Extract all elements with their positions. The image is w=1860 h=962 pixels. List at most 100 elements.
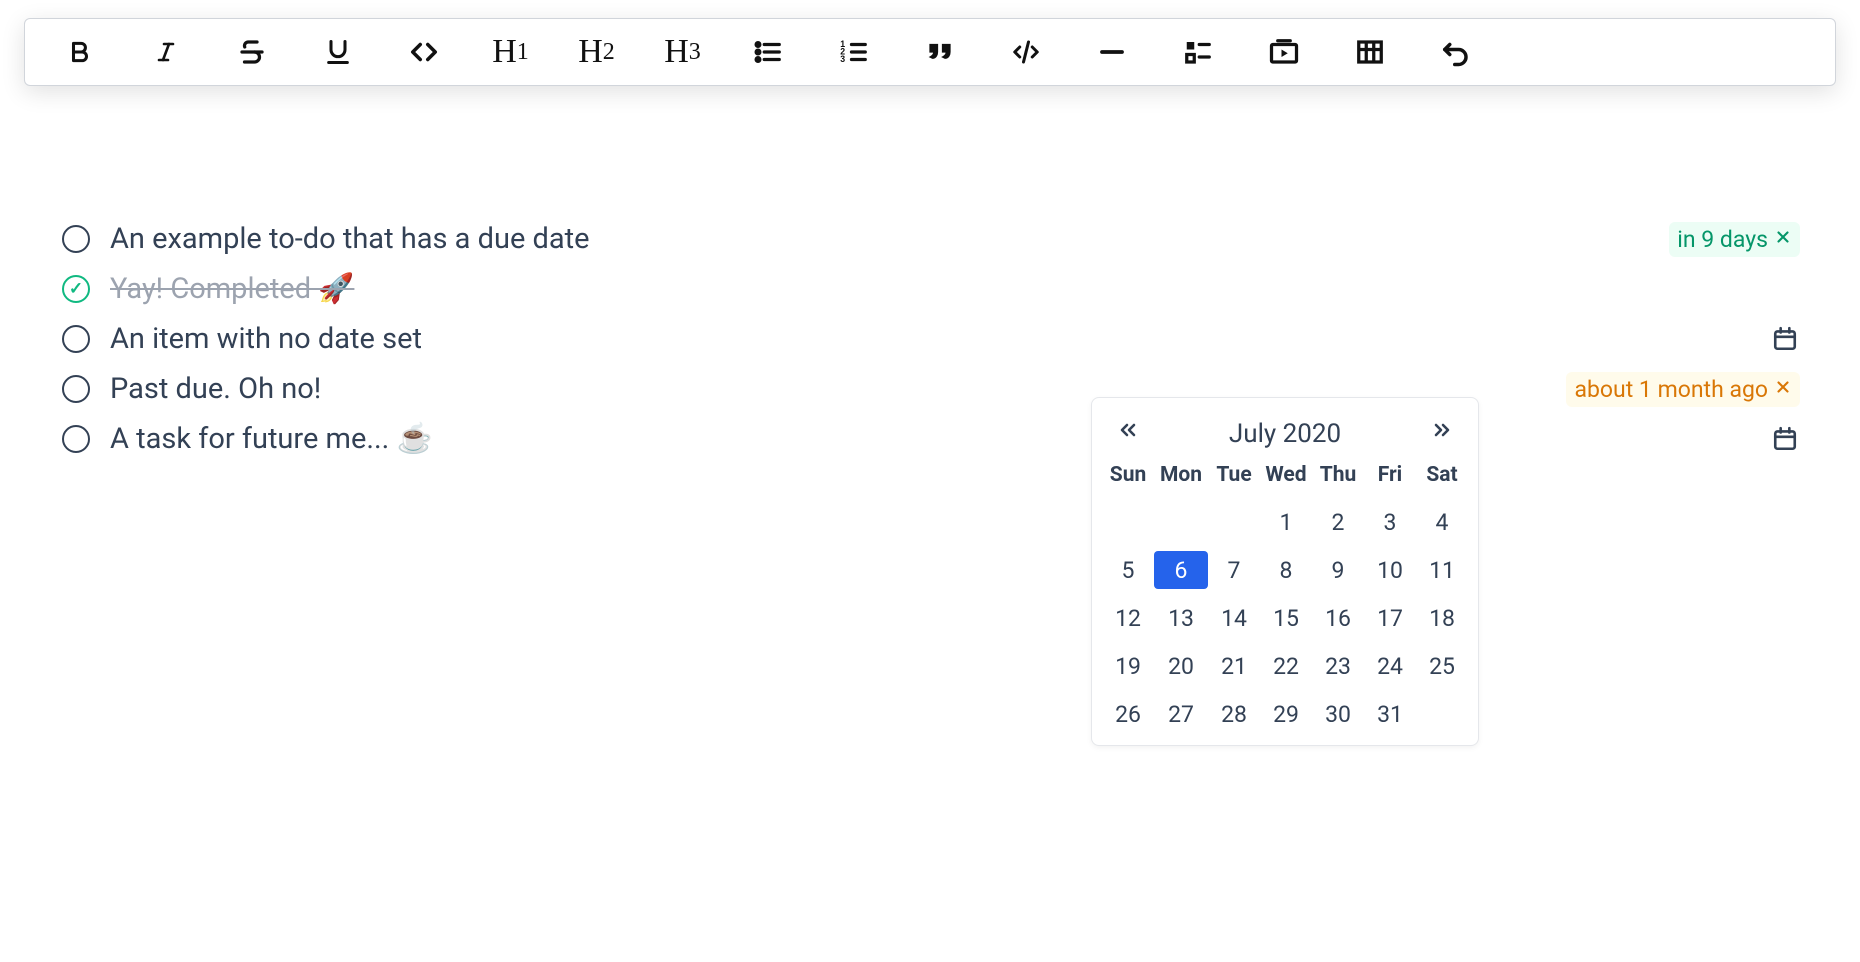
italic-button[interactable] [123,22,209,82]
calendar-day[interactable]: 20 [1154,647,1208,685]
checkbox-checked[interactable] [62,275,90,303]
todo-text[interactable]: An item with no date set [110,322,422,356]
calendar-day[interactable]: 4 [1416,503,1468,541]
calendar-icon [1772,426,1798,452]
calendar-day[interactable]: 26 [1102,695,1154,733]
checkbox-unchecked[interactable] [62,225,90,253]
calendar-empty-cell [1102,503,1154,541]
calendar-day[interactable]: 11 [1416,551,1468,589]
calendar-day[interactable]: 30 [1312,695,1364,733]
h1-button[interactable]: H1 [467,22,553,82]
calendar-dow: Sun [1102,463,1154,493]
calendar-day[interactable]: 8 [1260,551,1312,589]
calendar-empty-cell [1154,503,1208,541]
clear-date-button[interactable] [1774,377,1792,402]
calendar-icon [1772,326,1798,352]
todo-text[interactable]: Yay! Completed 🚀 [110,272,354,306]
calendar-day[interactable]: 19 [1102,647,1154,685]
set-date-button[interactable] [1770,324,1800,354]
calendar-day[interactable]: 12 [1102,599,1154,637]
calendar-day[interactable]: 15 [1260,599,1312,637]
calendar-day[interactable]: 7 [1208,551,1260,589]
code-angle-icon [407,37,441,67]
calendar-day[interactable]: 1 [1260,503,1312,541]
bold-button[interactable] [37,22,123,82]
calendar-day[interactable]: 13 [1154,599,1208,637]
bold-icon [67,37,93,67]
calendar-dow: Fri [1364,463,1416,493]
strikethrough-icon [237,37,267,67]
bullet-list-button[interactable] [725,22,811,82]
calendar-day[interactable]: 9 [1312,551,1364,589]
italic-icon [154,37,178,67]
calendar-day[interactable]: 16 [1312,599,1364,637]
todo-list: An example to-do that has a due date in 9… [62,214,1800,464]
calendar-day[interactable]: 5 [1102,551,1154,589]
h2-button[interactable]: H2 [553,22,639,82]
inline-code-button[interactable] [381,22,467,82]
hr-icon [1097,37,1127,67]
calendar-month-label: July 2020 [1229,419,1341,449]
ordered-list-button[interactable]: 123 [811,22,897,82]
next-month-button[interactable] [1428,418,1456,449]
calendar-day[interactable]: 25 [1416,647,1468,685]
quote-icon [925,37,955,67]
date-picker-popup: July 2020 SunMonTueWedThuFriSat123456789… [1091,397,1479,746]
underline-button[interactable] [295,22,381,82]
calendar-day[interactable]: 10 [1364,551,1416,589]
calendar-day-selected[interactable]: 6 [1154,551,1208,589]
todo-item: Yay! Completed 🚀 [62,264,1800,314]
todo-item: A task for future me... ☕ [62,414,1800,464]
task-list-button[interactable] [1155,22,1241,82]
calendar-day[interactable]: 18 [1416,599,1468,637]
checkbox-unchecked[interactable] [62,325,90,353]
calendar-dow: Thu [1312,463,1364,493]
strikethrough-button[interactable] [209,22,295,82]
checkbox-unchecked[interactable] [62,375,90,403]
undo-button[interactable] [1413,22,1499,82]
calendar-day[interactable]: 2 [1312,503,1364,541]
calendar-day[interactable]: 29 [1260,695,1312,733]
chevron-double-right-icon [1428,418,1456,442]
h3-button[interactable]: H3 [639,22,725,82]
set-date-button[interactable] [1770,424,1800,454]
code-block-button[interactable] [983,22,1069,82]
chevron-double-left-icon [1114,418,1142,442]
calendar-day[interactable]: 17 [1364,599,1416,637]
due-date-badge[interactable]: about 1 month ago [1566,372,1800,407]
clear-date-button[interactable] [1774,227,1792,252]
calendar-day[interactable]: 23 [1312,647,1364,685]
close-icon [1774,228,1792,246]
calendar-day[interactable]: 27 [1154,695,1208,733]
todo-text[interactable]: An example to-do that has a due date [110,222,590,256]
calendar-dow: Tue [1208,463,1260,493]
table-button[interactable] [1327,22,1413,82]
calendar-day[interactable]: 22 [1260,647,1312,685]
due-date-text: in 9 days [1677,226,1768,253]
h2-label: H [578,33,602,71]
calendar-day[interactable]: 3 [1364,503,1416,541]
prev-month-button[interactable] [1114,418,1142,449]
ordered-list-icon: 123 [839,37,869,67]
quote-button[interactable] [897,22,983,82]
calendar-day[interactable]: 24 [1364,647,1416,685]
calendar-day[interactable]: 31 [1364,695,1416,733]
underline-icon [324,37,352,67]
media-button[interactable] [1241,22,1327,82]
calendar-empty-cell [1208,503,1260,541]
checkbox-unchecked[interactable] [62,425,90,453]
due-date-badge[interactable]: in 9 days [1669,222,1800,257]
calendar-grid: SunMonTueWedThuFriSat1234567891011121314… [1102,463,1468,733]
todo-item: An item with no date set [62,314,1800,364]
calendar-day[interactable]: 21 [1208,647,1260,685]
calendar-dow: Mon [1154,463,1208,493]
media-icon [1268,37,1300,67]
todo-text[interactable]: Past due. Oh no! [110,372,321,406]
calendar-day[interactable]: 14 [1208,599,1260,637]
undo-icon [1440,37,1472,67]
todo-text[interactable]: A task for future me... ☕ [110,422,433,456]
due-date-text: about 1 month ago [1574,376,1768,403]
horizontal-rule-button[interactable] [1069,22,1155,82]
calendar-day[interactable]: 28 [1208,695,1260,733]
calendar-header: July 2020 [1102,412,1468,463]
